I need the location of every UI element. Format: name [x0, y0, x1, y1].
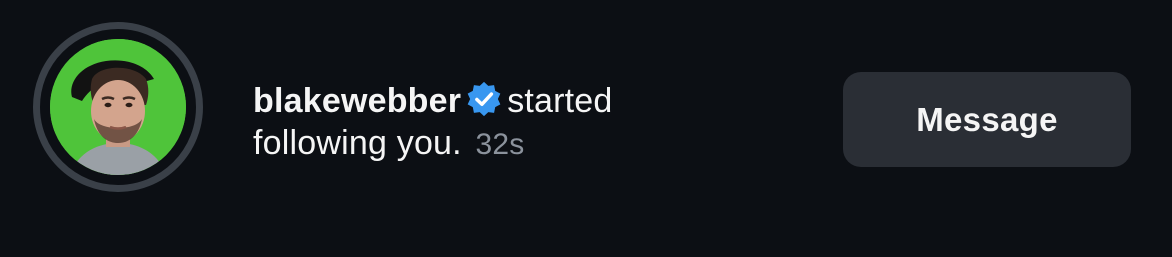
avatar[interactable] — [50, 39, 186, 175]
avatar-story-ring[interactable] — [33, 22, 203, 192]
verified-badge-icon — [467, 81, 501, 117]
notification-text: blakewebber started following you. 32s — [253, 80, 693, 166]
message-button[interactable]: Message — [843, 72, 1131, 167]
notification-timestamp: 32s — [475, 128, 525, 161]
username-link[interactable]: blakewebber — [253, 82, 461, 120]
follow-notification-row[interactable]: blakewebber started following you. 32s Me… — [0, 0, 1172, 257]
profile-avatar-image — [50, 39, 186, 175]
